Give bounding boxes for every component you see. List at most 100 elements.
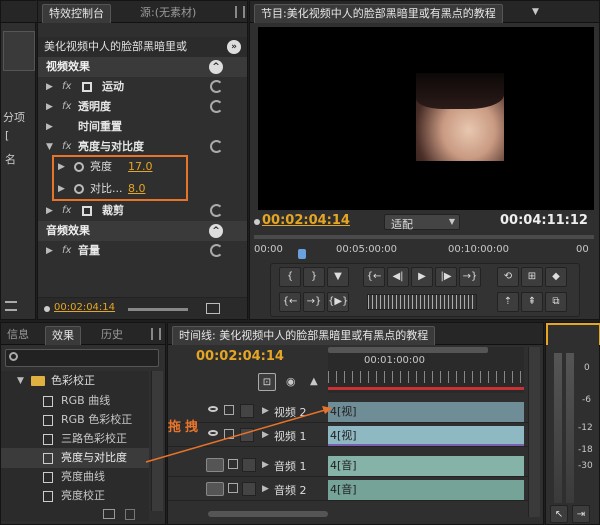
tab-timeline[interactable]: 时间线: 美化视频中人的脸部黑暗里或有黑点的教程	[172, 326, 436, 345]
effect-controls-timecode[interactable]: 00:02:04:14	[54, 302, 115, 313]
new-bin-icon[interactable]	[103, 509, 115, 519]
folder-color-correction[interactable]: ▼ 色彩校正	[1, 371, 149, 391]
reset-icon[interactable]	[210, 80, 223, 93]
expand-triangle-icon[interactable]: ▶	[262, 430, 269, 440]
sync-lock-icon[interactable]	[224, 429, 234, 439]
eye-icon[interactable]	[208, 406, 218, 412]
output-button[interactable]: ◆	[545, 267, 567, 287]
expand-triangle-icon[interactable]: ▶	[58, 179, 65, 199]
effect-volume[interactable]: ▶ fx 音量	[38, 241, 247, 261]
timeline-ruler[interactable]: 00:01:00:00	[328, 347, 524, 393]
tab-effect-controls[interactable]: 特效控制台	[42, 4, 111, 23]
expand-triangle-icon[interactable]: ▶	[46, 77, 53, 97]
collapse-triangle-icon[interactable]: ▼	[17, 371, 24, 391]
reset-icon[interactable]	[210, 244, 223, 257]
set-marker-button[interactable]: ▼	[327, 267, 349, 287]
tab-info[interactable]: 信息	[1, 326, 35, 345]
collapse-audio-icon[interactable]: ^	[209, 224, 223, 238]
zoom-slider[interactable]	[128, 308, 188, 311]
sync-lock-icon[interactable]	[224, 405, 234, 415]
list-item[interactable]: 亮度校正	[1, 486, 149, 506]
effect-opacity[interactable]: ▶ fx 透明度	[38, 97, 247, 117]
list-item[interactable]: 亮度曲线	[1, 467, 149, 487]
fit-dropdown[interactable]: 适配 ▼	[384, 214, 460, 231]
trash-icon[interactable]	[125, 509, 135, 520]
reset-icon[interactable]	[210, 204, 223, 217]
effect-time-remap[interactable]: ▶ 时间重置	[38, 117, 247, 137]
sync-lock-icon[interactable]	[228, 459, 238, 469]
expand-triangle-icon[interactable]: ▶	[262, 406, 269, 416]
fx-icon[interactable]: fx	[62, 201, 71, 221]
monitor-ruler[interactable]: 00:00 00:05:00:00 00:10:00:00 00	[254, 235, 594, 259]
clip-audio-2[interactable]: 4[音]	[328, 480, 524, 500]
expand-triangle-icon[interactable]: ▶	[262, 460, 269, 470]
work-area-bar[interactable]	[328, 347, 488, 353]
safe-margins-button[interactable]: ⊞	[521, 267, 543, 287]
mark-out-button[interactable]: }	[303, 267, 325, 287]
selection-tool-icon[interactable]: ↖	[550, 505, 568, 523]
track-select-tool-icon[interactable]: ⇥	[572, 505, 590, 523]
tab-program[interactable]: 节目:美化视频中人的脸部黑暗里或有黑点的教程	[254, 4, 503, 23]
tab-history[interactable]: 历史	[95, 326, 129, 345]
timeline-scrollbar[interactable]	[528, 347, 540, 517]
effect-motion[interactable]: ▶ fx 运动	[38, 77, 247, 97]
reset-icon[interactable]	[210, 100, 223, 113]
dropdown-arrow-icon[interactable]: ▼	[532, 7, 539, 17]
track-lock-box[interactable]	[242, 458, 256, 472]
timeline-timecode[interactable]: 00:02:04:14	[196, 349, 284, 364]
step-forward-button[interactable]: |▶	[435, 267, 457, 287]
tab-effects[interactable]: 效果	[45, 326, 81, 345]
track-lock-box[interactable]	[240, 428, 254, 442]
expand-triangle-icon[interactable]: ▶	[46, 97, 53, 117]
loop-button[interactable]: ⟲	[497, 267, 519, 287]
brightness-value[interactable]: 17.0	[128, 157, 153, 177]
fx-icon[interactable]: fx	[62, 97, 71, 117]
keyframe-icon[interactable]: ▲	[310, 376, 318, 387]
panel-menu-icon[interactable]	[151, 328, 161, 340]
fx-icon[interactable]: fx	[62, 241, 71, 261]
list-item[interactable]: 三路色彩校正	[1, 429, 149, 449]
goto-next-edit-button[interactable]: →}	[303, 292, 325, 312]
goto-out-button[interactable]: →}	[459, 267, 481, 287]
track-lock-box[interactable]	[242, 482, 256, 496]
contrast-value[interactable]: 8.0	[128, 179, 146, 199]
speaker-icon[interactable]	[206, 482, 224, 496]
step-back-button[interactable]: ◀|	[387, 267, 409, 287]
list-item[interactable]: RGB 曲线	[1, 391, 149, 411]
play-in-out-button[interactable]: {▶}	[327, 292, 349, 312]
expand-triangle-icon[interactable]: ▶	[46, 241, 53, 261]
expand-triangle-icon[interactable]: ▶	[46, 117, 53, 137]
expand-triangle-icon[interactable]: ▶	[58, 157, 65, 177]
clip-video-1[interactable]: 4[视]	[328, 426, 524, 446]
export-icon[interactable]	[206, 303, 220, 314]
stopwatch-icon[interactable]	[74, 184, 84, 194]
play-button[interactable]: ▶	[411, 267, 433, 287]
snap-button[interactable]: ⊡	[258, 373, 276, 391]
tab-source[interactable]: 源:(无素材)	[134, 4, 202, 23]
jog-shuttle[interactable]	[367, 294, 477, 310]
lift-button[interactable]: ⇡	[497, 292, 519, 312]
fx-icon[interactable]: fx	[62, 137, 71, 157]
program-current-time[interactable]: 00:02:04:14	[262, 213, 350, 228]
collapse-video-icon[interactable]: ^	[209, 60, 223, 74]
expand-triangle-icon[interactable]: ▶	[46, 201, 53, 221]
effect-crop[interactable]: ▶ fx 裁剪	[38, 201, 247, 221]
list-item[interactable]: RGB 色彩校正	[1, 410, 149, 430]
speaker-icon[interactable]	[206, 458, 224, 472]
expand-timeline-icon[interactable]: »	[227, 40, 241, 54]
reset-icon[interactable]	[210, 140, 223, 153]
mark-in-button[interactable]: {	[279, 267, 301, 287]
sync-lock-icon[interactable]	[228, 483, 238, 493]
stopwatch-icon[interactable]	[74, 162, 84, 172]
clip-audio-1[interactable]: 4[音]	[328, 456, 524, 476]
goto-prev-edit-button[interactable]: {←	[279, 292, 301, 312]
goto-in-button[interactable]: {←	[363, 267, 385, 287]
extract-button[interactable]: ⇞	[521, 292, 543, 312]
export-frame-button[interactable]: ⧉	[545, 292, 567, 312]
list-item-selected[interactable]: 亮度与对比度	[1, 448, 149, 468]
fx-icon[interactable]: fx	[62, 77, 71, 97]
playhead-marker-icon[interactable]	[298, 249, 306, 259]
eye-icon[interactable]	[208, 430, 218, 436]
clip-video-2[interactable]: 4[视]	[328, 402, 524, 422]
timeline-zoom-bar[interactable]	[208, 511, 328, 517]
